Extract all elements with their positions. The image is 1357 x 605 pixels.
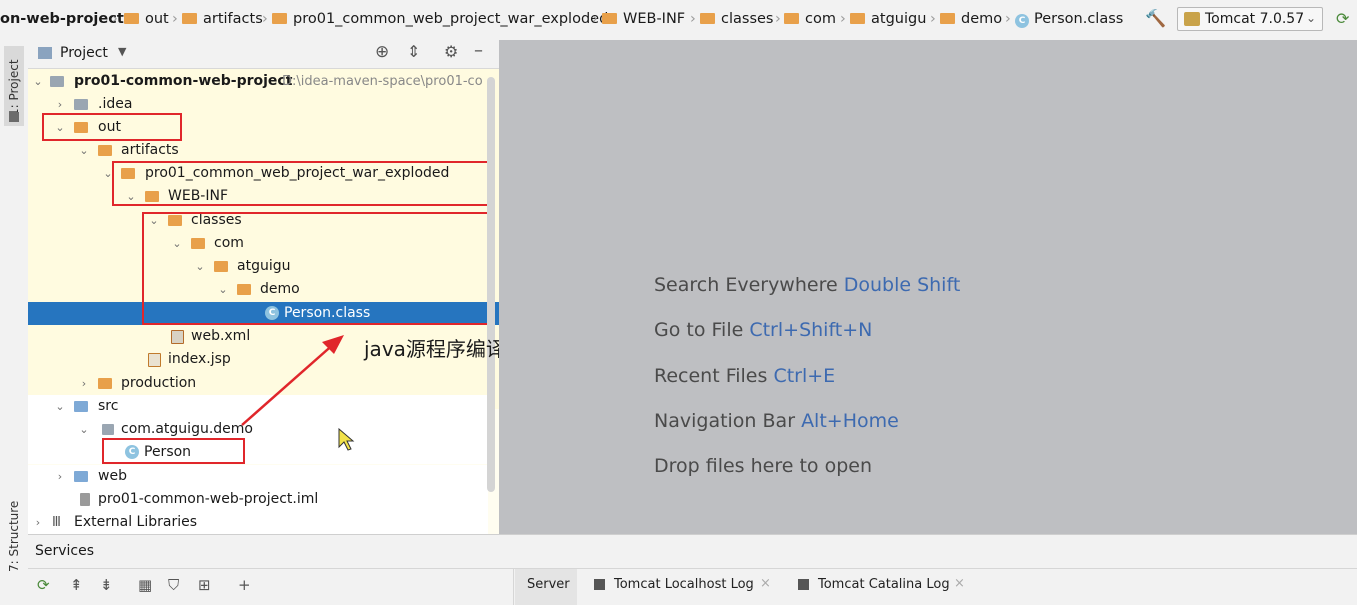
collapse-all-icon[interactable]: ⇟ xyxy=(100,576,113,594)
close-icon[interactable]: × xyxy=(954,576,965,591)
hint-search-everywhere: Search Everywhere Double Shift xyxy=(654,274,960,296)
group-icon[interactable]: ▦ xyxy=(138,576,152,594)
hint-drop-files: Drop files here to open xyxy=(654,455,872,477)
hint-text: Go to File xyxy=(654,319,744,341)
filter-icon[interactable]: ⛉ xyxy=(168,576,179,594)
hint-go-to-file: Go to File Ctrl+Shift+N xyxy=(654,319,872,341)
mouse-cursor-icon xyxy=(338,428,355,451)
tab-label: Server xyxy=(527,577,570,592)
arrow-line xyxy=(241,341,337,426)
services-panel: Services ⟳ ⇞ ⇟ ▦ ⛉ ⊞ + Server Tomcat Loc… xyxy=(28,534,1357,605)
refresh-icon[interactable]: ⟳ xyxy=(37,576,50,594)
log-icon xyxy=(798,579,809,590)
hint-text: Recent Files xyxy=(654,365,768,387)
divider xyxy=(513,569,514,605)
tab-server[interactable]: Server xyxy=(515,569,577,605)
tab-tomcat-catalina-log[interactable]: Tomcat Catalina Log × xyxy=(792,569,987,605)
close-icon[interactable]: × xyxy=(760,576,771,591)
hint-text: Drop files here to open xyxy=(654,455,873,477)
hint-shortcut: Ctrl+E xyxy=(773,365,836,387)
log-icon xyxy=(594,579,605,590)
tab-tomcat-localhost-log[interactable]: Tomcat Localhost Log × xyxy=(588,569,783,605)
new-tab-icon[interactable]: ⊞ xyxy=(198,576,211,594)
tab-label: Tomcat Localhost Log xyxy=(614,577,754,592)
hint-shortcut: Double Shift xyxy=(843,274,961,296)
editor-empty-area[interactable]: Search Everywhere Double Shift Go to Fil… xyxy=(499,40,1357,534)
add-icon[interactable]: + xyxy=(238,576,251,594)
hint-shortcut: Alt+Home xyxy=(801,410,899,432)
hint-recent-files: Recent Files Ctrl+E xyxy=(654,365,835,387)
expand-all-icon[interactable]: ⇞ xyxy=(70,576,83,594)
hint-shortcut: Ctrl+Shift+N xyxy=(749,319,873,341)
hint-navigation-bar: Navigation Bar Alt+Home xyxy=(654,410,899,432)
services-title: Services xyxy=(35,543,95,559)
tab-label: Tomcat Catalina Log xyxy=(818,577,950,592)
hint-text: Navigation Bar xyxy=(654,410,796,432)
hint-text: Search Everywhere xyxy=(654,274,838,296)
